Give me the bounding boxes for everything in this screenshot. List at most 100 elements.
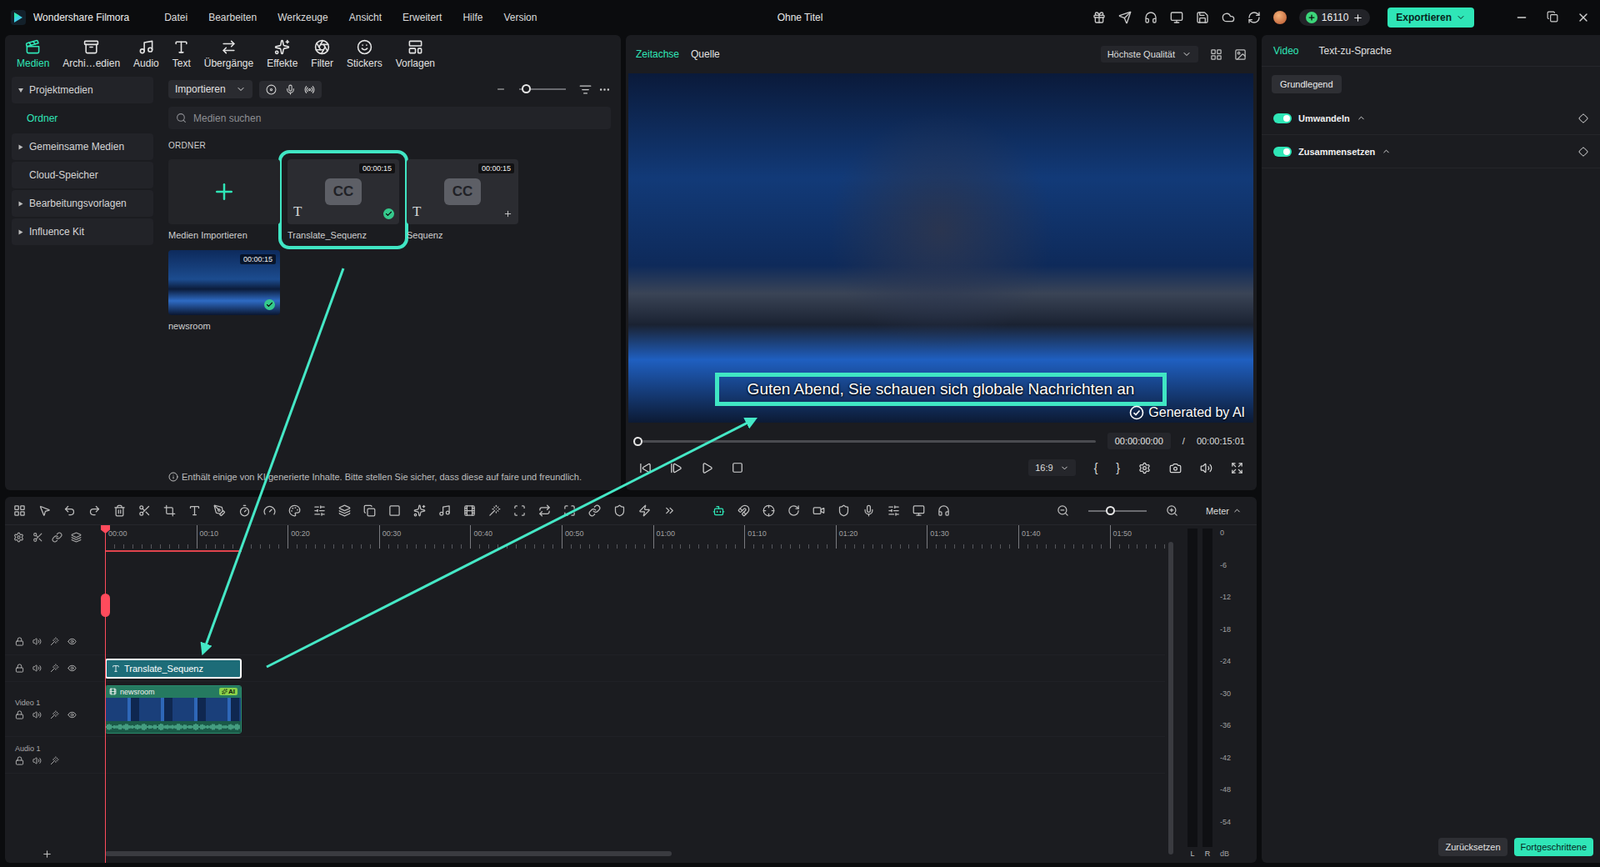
mic-icon[interactable] (862, 504, 875, 517)
timer-icon[interactable] (238, 504, 251, 517)
shield-icon[interactable] (613, 504, 626, 517)
magic-icon[interactable] (50, 636, 60, 646)
import-button[interactable]: Importieren (168, 80, 253, 99)
zoom-slider[interactable] (1088, 510, 1147, 512)
preview-tab[interactable]: Quelle (690, 48, 720, 60)
magic-icon[interactable] (50, 663, 60, 673)
undo-icon[interactable] (63, 504, 76, 517)
media-tab[interactable]: Medien (10, 37, 56, 71)
adjust-icon[interactable] (313, 504, 326, 517)
cloud-icon[interactable] (1221, 10, 1235, 25)
section-button[interactable]: Grundlegend (1271, 75, 1342, 94)
lock-icon[interactable] (15, 636, 25, 646)
collapse-icon[interactable] (1356, 113, 1366, 123)
keyframe-icon[interactable] (1578, 113, 1589, 124)
media-tab[interactable]: Text (165, 37, 198, 71)
snapshot-icon[interactable] (1234, 48, 1247, 61)
fullscreen-icon[interactable] (1230, 461, 1244, 475)
media-tab[interactable]: Vorlagen (389, 37, 442, 71)
record-icon[interactable] (265, 84, 277, 95)
volume-icon[interactable] (1200, 461, 1213, 475)
close-icon[interactable] (1576, 10, 1590, 25)
media-tab[interactable]: Effekte (260, 37, 305, 71)
monitor-icon[interactable] (1170, 10, 1184, 25)
loop-icon[interactable] (538, 504, 551, 517)
zoom-in-icon[interactable] (1165, 504, 1179, 517)
media-tab[interactable]: Filter (304, 37, 340, 71)
progress-track[interactable] (637, 440, 1096, 443)
thumb-size-slider[interactable] (519, 88, 566, 90)
subtitle-overlay[interactable]: Guten Abend, Sie schauen sich globale Na… (715, 372, 1168, 406)
media-card[interactable]: Medien Importieren (168, 159, 280, 240)
more-icon[interactable] (663, 504, 676, 517)
lock-icon[interactable] (15, 755, 25, 765)
media-tab[interactable]: Audio (126, 37, 166, 71)
advanced-button[interactable]: Fortgeschrittene (1514, 837, 1594, 856)
audio-icon[interactable] (438, 504, 451, 517)
filter-icon[interactable] (579, 83, 592, 96)
voice-icon[interactable] (304, 84, 315, 95)
lock-icon[interactable] (15, 663, 25, 673)
add-credits-icon[interactable] (1352, 12, 1364, 24)
meter-mode[interactable]: Meter (1205, 505, 1242, 516)
media-search[interactable]: Medien suchen (168, 106, 611, 130)
sidebar-item[interactable]: Cloud-Speicher (11, 161, 154, 189)
crop-icon[interactable] (163, 504, 176, 517)
stop-icon[interactable] (731, 461, 744, 474)
headphones-icon[interactable] (937, 504, 950, 517)
skip-back-icon[interactable] (639, 461, 652, 475)
avatar[interactable] (1273, 10, 1287, 25)
inspector-tab[interactable]: Text-zu-Sprache (1318, 45, 1391, 57)
eye-icon[interactable] (67, 710, 77, 720)
layers-icon[interactable] (338, 504, 351, 517)
cut-icon[interactable] (138, 504, 151, 517)
playhead-marker[interactable] (100, 593, 110, 617)
film-icon[interactable] (463, 504, 476, 517)
mute-icon[interactable] (32, 710, 42, 720)
toggle-switch[interactable] (1273, 113, 1292, 124)
fit-icon[interactable] (563, 504, 576, 517)
magic-icon[interactable] (488, 504, 501, 517)
media-tab[interactable]: Archi…edien (55, 37, 127, 71)
mute-icon[interactable] (32, 636, 42, 646)
track-settings-icon[interactable] (13, 531, 25, 543)
scan-icon[interactable] (513, 504, 526, 517)
media-card[interactable]: 00:00:15CCTSequenz (406, 159, 519, 240)
mixer-icon[interactable] (887, 504, 900, 517)
ratio-dropdown[interactable]: 16:9 (1028, 459, 1075, 476)
magic-icon[interactable] (50, 755, 60, 765)
keyframe-icon[interactable] (1578, 146, 1589, 157)
inspector-tab[interactable]: Video (1273, 45, 1299, 57)
gift-icon[interactable] (1092, 10, 1106, 25)
preview-tab[interactable]: Zeitachse (635, 48, 680, 60)
snap-icon[interactable] (737, 504, 750, 517)
copy-icon[interactable] (363, 504, 376, 517)
eye-icon[interactable] (67, 663, 77, 673)
menu-item[interactable]: Datei (164, 11, 188, 24)
effects-icon[interactable] (413, 504, 426, 517)
shield2-icon[interactable] (837, 504, 850, 517)
add-plus-icon[interactable] (502, 208, 514, 220)
zap-icon[interactable] (638, 504, 651, 517)
media-card[interactable]: 00:00:15CCTTranslate_Sequenz (287, 159, 400, 240)
save-icon[interactable] (1195, 10, 1210, 25)
delete-icon[interactable] (113, 504, 126, 517)
menu-item[interactable]: Erweitert (402, 11, 442, 24)
headphones-icon[interactable] (1144, 10, 1158, 25)
reset-button[interactable]: Zurücksetzen (1438, 837, 1507, 856)
video-clip[interactable]: newsroomAI (105, 685, 242, 734)
sidebar-item[interactable]: Gemeinsame Medien (11, 133, 154, 160)
split-icon[interactable] (32, 531, 44, 543)
mute-icon[interactable] (32, 755, 42, 765)
track-layers-icon[interactable] (70, 531, 82, 543)
menu-item[interactable]: Version (503, 11, 537, 24)
restore-icon[interactable] (1546, 10, 1559, 23)
speed-icon[interactable] (263, 504, 276, 517)
rotate-icon[interactable] (787, 504, 800, 517)
link-icon[interactable] (51, 531, 63, 543)
playhead[interactable] (105, 525, 106, 863)
zoom-out-icon[interactable] (1056, 504, 1070, 517)
send-icon[interactable] (1118, 10, 1132, 25)
text-icon[interactable] (188, 504, 201, 517)
menu-item[interactable]: Bearbeiten (208, 11, 257, 24)
